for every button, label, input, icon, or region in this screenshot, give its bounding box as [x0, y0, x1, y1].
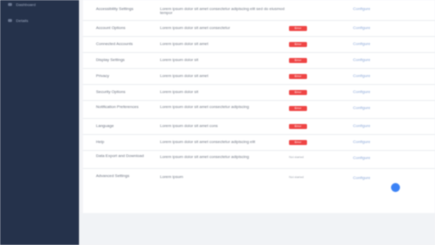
- setting-name: Data Export and Download: [96, 154, 144, 158]
- configure-link[interactable]: Configure: [353, 74, 389, 78]
- setting-name: Security Options: [96, 90, 126, 94]
- status-badge: Error: [289, 90, 307, 95]
- configure-link[interactable]: Configure: [353, 176, 389, 180]
- table-row[interactable]: Data Export and Download Lorem ipsum dol…: [83, 150, 435, 169]
- table-row[interactable]: Privacy Lorem ipsum dolor sit amet Error…: [83, 68, 435, 85]
- configure-link[interactable]: Configure: [353, 124, 389, 128]
- setting-description: Lorem ipsum dolor sit amet: [160, 74, 209, 78]
- sidebar-item-details[interactable]: Details: [8, 17, 28, 23]
- status-badge: Error: [289, 58, 307, 63]
- sidebar-item-label: Dashboard: [16, 1, 36, 7]
- setting-name: Connected Accounts: [96, 42, 133, 46]
- setting-name: Help: [96, 140, 105, 144]
- status-text: Not started: [289, 175, 304, 179]
- table-row[interactable]: Language Lorem ipsum dolor sit amet cons…: [83, 118, 435, 135]
- configure-link[interactable]: Configure: [353, 26, 389, 30]
- setting-description: Lorem ipsum dolor sit amet consectetur a…: [160, 7, 285, 15]
- table-row[interactable]: Advanced Settings Lorem ipsum Not starte…: [83, 168, 435, 190]
- configure-link[interactable]: Configure: [353, 156, 389, 160]
- configure-link[interactable]: Configure: [353, 90, 389, 94]
- setting-description: Lorem ipsum dolor sit amet: [160, 42, 209, 46]
- status-badge: Error: [289, 140, 307, 145]
- setting-description: Lorem ipsum dolor sit: [160, 58, 199, 62]
- setting-description: Lorem ipsum dolor sit: [160, 90, 199, 94]
- setting-description: Lorem ipsum dolor sit amet consectetur a…: [160, 140, 256, 144]
- floating-action-button[interactable]: [391, 183, 400, 192]
- table-row[interactable]: Display Settings Lorem ipsum dolor sit E…: [83, 52, 435, 69]
- configure-link[interactable]: Configure: [353, 42, 389, 46]
- table-row[interactable]: Security Options Lorem ipsum dolor sit E…: [83, 84, 435, 101]
- status-badge: Error: [289, 42, 307, 47]
- configure-link[interactable]: Configure: [353, 140, 389, 144]
- setting-description: Lorem ipsum dolor sit amet cons: [160, 124, 218, 128]
- table-row[interactable]: Connected Accounts Lorem ipsum dolor sit…: [83, 36, 435, 53]
- setting-name: Language: [96, 124, 114, 128]
- status-badge: Error: [289, 74, 307, 79]
- sidebar-item-label: Details: [16, 17, 29, 23]
- setting-name: Privacy: [96, 74, 110, 78]
- setting-name: Advanced Settings: [96, 174, 130, 178]
- page-footer-area: [79, 213, 435, 245]
- configure-link[interactable]: Configure: [353, 58, 389, 62]
- setting-description: Lorem ipsum dolor sit amet consectetur a…: [160, 155, 249, 159]
- setting-description: Lorem ipsum dolor sit amet consectetur: [160, 26, 231, 30]
- configure-link[interactable]: Configure: [353, 106, 389, 110]
- setting-description: Lorem ipsum dolor sit amet consectetur a…: [160, 105, 249, 109]
- status-badge: [289, 7, 307, 12]
- status-badge: Error: [289, 26, 307, 31]
- table-row[interactable]: Notification Preferences Lorem ipsum dol…: [83, 100, 435, 119]
- setting-description: Lorem ipsum: [160, 175, 184, 179]
- table-row[interactable]: Help Lorem ipsum dolor sit amet consecte…: [83, 134, 435, 151]
- setting-name: Account Options: [96, 26, 126, 30]
- details-icon: [8, 18, 12, 22]
- setting-name: Display Settings: [96, 58, 125, 62]
- setting-name: Notification Preferences: [96, 105, 139, 109]
- status-text: Not started: [289, 155, 304, 159]
- table-row[interactable]: Account Options Lorem ipsum dolor sit am…: [83, 20, 435, 37]
- configure-link[interactable]: Configure: [353, 7, 389, 11]
- setting-name: Accessibility Settings: [96, 7, 134, 11]
- dashboard-icon: [8, 2, 12, 6]
- sidebar-item-dashboard[interactable]: Dashboard: [8, 1, 36, 7]
- table-row[interactable]: Accessibility Settings Lorem ipsum dolor…: [83, 0, 435, 21]
- sidebar: Dashboard Details: [0, 0, 79, 245]
- status-badge: Error: [289, 106, 307, 111]
- status-badge: Error: [289, 124, 307, 129]
- settings-table: Accessibility Settings Lorem ipsum dolor…: [83, 0, 435, 213]
